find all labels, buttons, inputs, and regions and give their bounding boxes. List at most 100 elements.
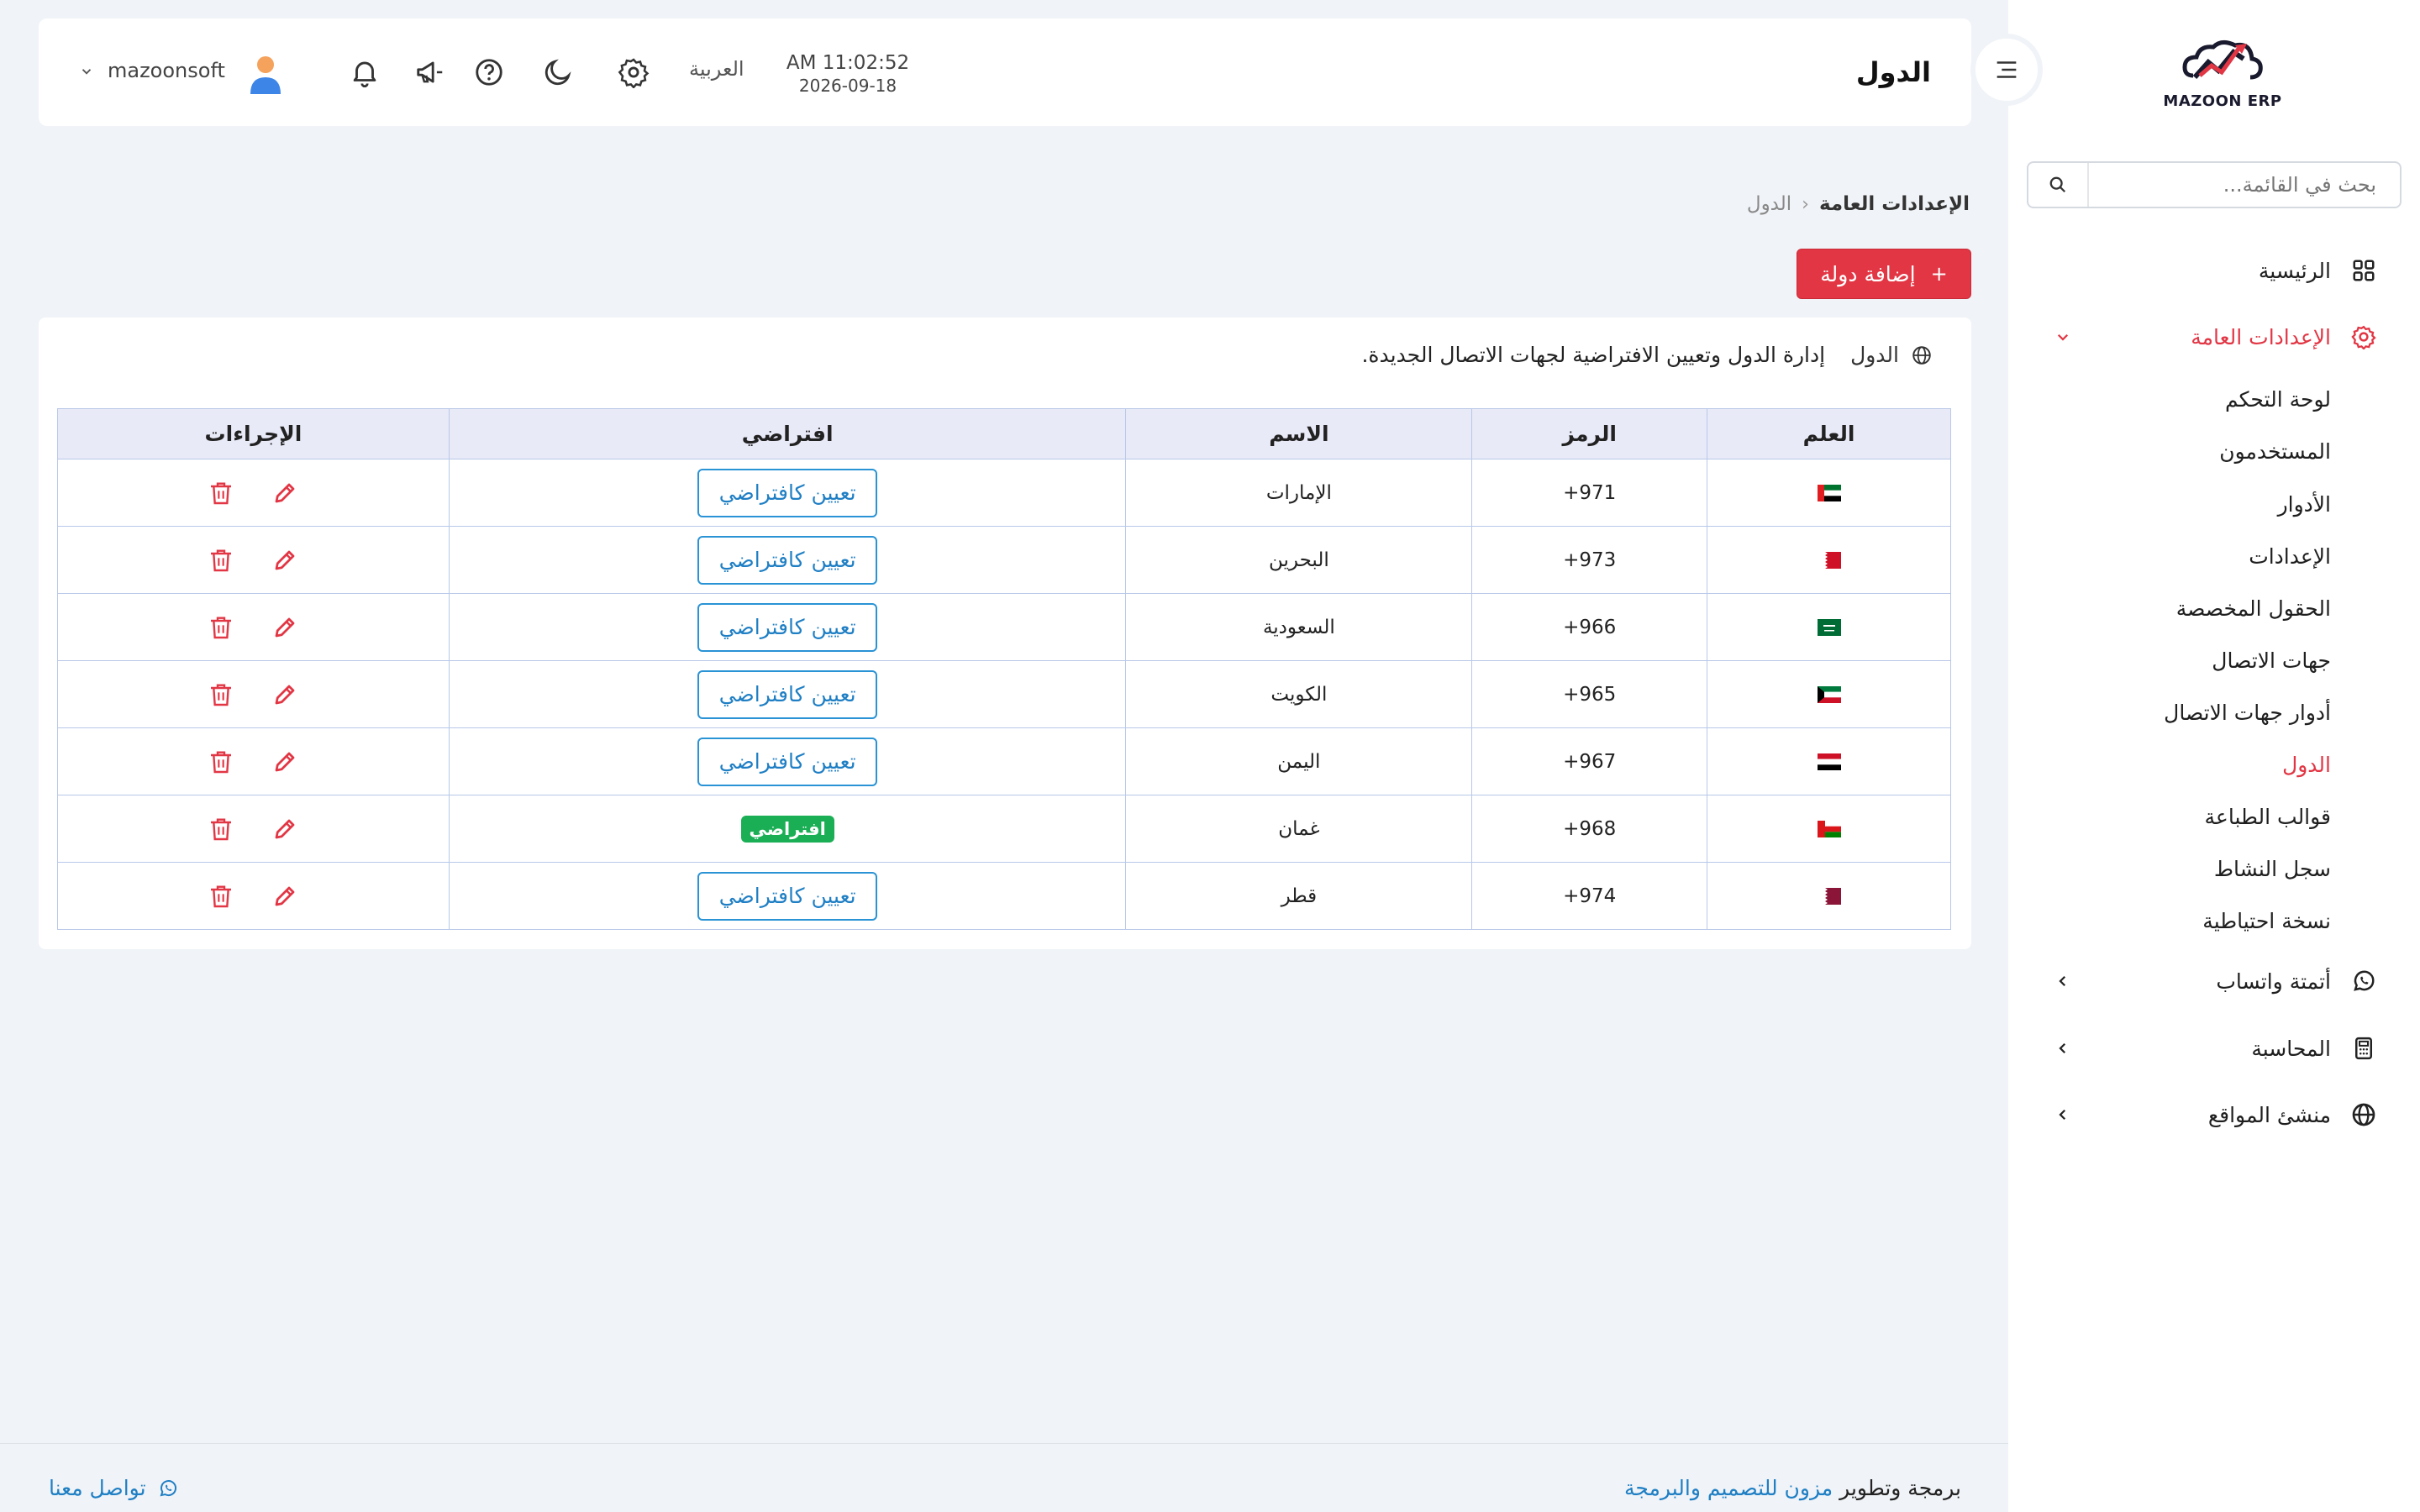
default-cell: تعيين كافتراضي [448, 660, 1127, 728]
help-icon[interactable] [469, 52, 509, 92]
sidebar-item-accounting[interactable]: المحاسبة [2251, 1030, 2378, 1067]
footer-credit-link[interactable]: مزون للتصميم والبرمجة [1624, 1476, 1833, 1500]
actions-cell [57, 727, 450, 795]
flag-saudi-icon [1817, 617, 1841, 638]
set-default-button[interactable]: تعيين كافتراضي [697, 737, 878, 786]
sidebar-subitem-contacts[interactable]: جهات الاتصال [2212, 643, 2331, 677]
delete-trash-icon[interactable] [206, 814, 236, 844]
dashboard-grid-icon [2349, 256, 2378, 285]
sidebar-subitem-roles[interactable]: الأدوار [2278, 487, 2331, 521]
user-avatar[interactable] [244, 52, 287, 96]
countries-table: العلم الرمز الاسم افتراضي الإجراءات +971… [57, 408, 1951, 930]
flag-cell [1707, 593, 1951, 661]
dial-code: +968 [1563, 817, 1617, 840]
contact-us-link[interactable]: تواصل معنا [49, 1476, 178, 1500]
set-default-button[interactable]: تعيين كافتراضي [697, 468, 878, 517]
chevron-down-icon[interactable] [79, 64, 94, 79]
edit-pencil-icon[interactable] [270, 680, 300, 710]
actions-cell [57, 526, 450, 594]
flag-cell [1707, 526, 1951, 594]
sidebar-subitem-print-templates[interactable]: قوالب الطباعة [2205, 800, 2331, 833]
chevron-down-icon[interactable] [2050, 318, 2075, 355]
notification-bell-icon[interactable] [345, 52, 385, 92]
flag-qatar-icon [1817, 885, 1841, 907]
chevron-left-icon: ‹ [1802, 193, 1809, 215]
actions-cell [57, 862, 450, 930]
sidebar-toggle-button[interactable] [1970, 34, 2043, 106]
delete-trash-icon[interactable] [206, 545, 236, 575]
set-default-button[interactable]: تعيين كافتراضي [697, 871, 878, 921]
dark-mode-moon-icon[interactable] [538, 52, 578, 92]
flag-cell [1707, 795, 1951, 863]
country-name-cell: الإمارات [1125, 459, 1473, 527]
edit-pencil-icon[interactable] [270, 814, 300, 844]
delete-trash-icon[interactable] [206, 478, 236, 508]
language-switch[interactable]: العربية [689, 57, 744, 81]
sidebar-subitem-users[interactable]: المستخدمون [2219, 434, 2331, 468]
clock-date: 2026-09-18 [798, 76, 897, 96]
plus-icon: + [1930, 262, 1948, 286]
sidebar: MAZOON ERP الرئيسية الإعدادات العامة لوح… [2008, 0, 2420, 1512]
flag-bahrain-icon [1817, 549, 1841, 571]
chevron-left-icon[interactable] [2050, 1030, 2075, 1067]
add-country-label: إضافة دولة [1820, 261, 1916, 286]
chevron-left-icon[interactable] [2050, 1096, 2075, 1133]
megaphone-icon[interactable] [410, 52, 450, 92]
sidebar-subitem-activity-log[interactable]: سجل النشاط [2214, 852, 2331, 885]
sidebar-subitem-settings[interactable]: الإعدادات [2249, 539, 2331, 573]
sidebar-item-general-settings[interactable]: الإعدادات العامة [2191, 318, 2378, 355]
edit-pencil-icon[interactable] [270, 478, 300, 508]
set-default-button[interactable]: تعيين كافتراضي [697, 535, 878, 585]
footer-credit: برمجة وتطوير مزون للتصميم والبرمجة [1624, 1476, 1961, 1500]
dial-code-cell: +967 [1471, 727, 1708, 795]
chevron-left-icon[interactable] [2050, 963, 2075, 1000]
settings-gear-icon[interactable] [613, 52, 654, 92]
sidebar-item-home[interactable]: الرئيسية [2259, 252, 2378, 289]
default-badge: افتراضي [740, 815, 834, 843]
default-cell: تعيين كافتراضي [448, 526, 1127, 594]
dial-code: +974 [1563, 885, 1617, 907]
gear-icon [2349, 323, 2378, 351]
breadcrumb-current: الدول [1746, 193, 1792, 215]
brand-logo[interactable]: MAZOON ERP [2160, 34, 2286, 118]
sidebar-subitem-dashboard[interactable]: لوحة التحكم [2225, 382, 2331, 416]
breadcrumb-parent[interactable]: الإعدادات العامة [1819, 193, 1970, 215]
table-row: +965 الكويت تعيين كافتراضي [57, 660, 1951, 728]
card-header: الدول إدارة الدول وتعيين الافتراضية لجها… [1361, 343, 1933, 367]
username[interactable]: mazoonsoft [108, 59, 225, 82]
sidebar-subitem-contact-roles[interactable]: أدوار جهات الاتصال [2164, 696, 2331, 729]
breadcrumb: الإعدادات العامة ‹ الدول [1747, 193, 1970, 215]
search-icon[interactable] [2028, 163, 2089, 207]
country-name-cell: اليمن [1125, 727, 1473, 795]
default-cell: تعيين كافتراضي [448, 459, 1127, 527]
sidebar-item-website-builder[interactable]: منشئ المواقع [2208, 1096, 2378, 1133]
delete-trash-icon[interactable] [206, 881, 236, 911]
country-name-cell: غمان [1125, 795, 1473, 863]
set-default-button[interactable]: تعيين كافتراضي [697, 669, 878, 719]
sidebar-item-whatsapp-automation[interactable]: أتمتة واتساب [2216, 963, 2378, 1000]
sidebar-subitem-backup[interactable]: نسخة احتياطية [2202, 904, 2331, 937]
sidebar-search[interactable] [2027, 161, 2402, 208]
edit-pencil-icon[interactable] [270, 881, 300, 911]
table-row: +971 الإمارات تعيين كافتراضي [57, 459, 1951, 527]
globe-icon [1911, 344, 1933, 366]
actions-cell [57, 459, 450, 527]
edit-pencil-icon[interactable] [270, 612, 300, 643]
delete-trash-icon[interactable] [206, 747, 236, 777]
dial-code: +966 [1563, 616, 1617, 638]
sidebar-search-input[interactable] [2089, 163, 2400, 207]
flag-uae-icon [1817, 482, 1841, 504]
edit-pencil-icon[interactable] [270, 747, 300, 777]
edit-pencil-icon[interactable] [270, 545, 300, 575]
add-country-button[interactable]: + إضافة دولة [1797, 249, 1971, 299]
delete-trash-icon[interactable] [206, 612, 236, 643]
sidebar-subitem-countries[interactable]: الدول [2282, 748, 2331, 781]
column-header-code: الرمز [1471, 408, 1708, 459]
set-default-button[interactable]: تعيين كافتراضي [697, 602, 878, 652]
contact-us-label: تواصل معنا [49, 1476, 146, 1500]
actions-cell [57, 795, 450, 863]
card-title: الدول [1850, 343, 1899, 367]
whatsapp-icon [2349, 967, 2378, 995]
sidebar-subitem-custom-fields[interactable]: الحقول المخصصة [2176, 591, 2331, 625]
delete-trash-icon[interactable] [206, 680, 236, 710]
